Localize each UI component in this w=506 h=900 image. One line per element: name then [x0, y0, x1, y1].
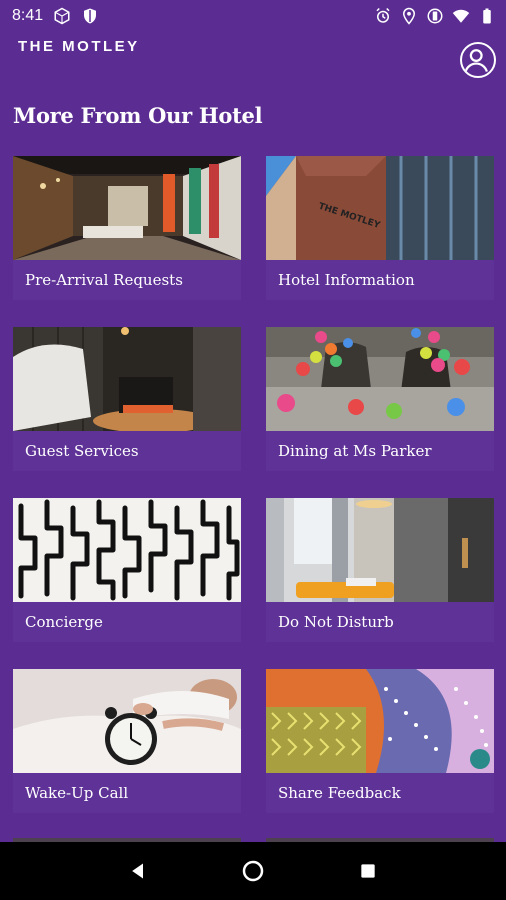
card-label: Pre-Arrival Requests: [25, 271, 183, 289]
card-label: Concierge: [25, 613, 103, 631]
shield-icon: [81, 7, 99, 25]
card-label: Wake-Up Call: [25, 784, 129, 802]
hotel-room-image: [266, 498, 494, 602]
status-left: 8:41: [12, 7, 99, 25]
page-title: More From Our Hotel: [13, 103, 263, 128]
balloon-collage-image: [266, 327, 494, 431]
alarm-clock-image: [13, 669, 241, 773]
card-label: Share Feedback: [278, 784, 401, 802]
services-grid: Pre-Arrival Requests THE MOTLEY Hotel In…: [13, 156, 494, 813]
system-nav-bar: [0, 842, 506, 900]
status-time: 8:41: [12, 7, 44, 24]
card-wake-up-call[interactable]: Wake-Up Call: [13, 669, 241, 813]
card-do-not-disturb[interactable]: Do Not Disturb: [266, 498, 494, 642]
card-dining-at-ms-parker[interactable]: Dining at Ms Parker: [266, 327, 494, 471]
back-icon[interactable]: [123, 856, 153, 886]
hotel-facade-image: THE MOTLEY: [266, 156, 494, 260]
card-label: Do Not Disturb: [278, 613, 394, 631]
status-right: [374, 7, 496, 25]
card-label: Dining at Ms Parker: [278, 442, 432, 460]
card-concierge[interactable]: Concierge: [13, 498, 241, 642]
hotel-lobby-image: [13, 156, 241, 260]
brand-logo: THE MOTLEY: [18, 38, 140, 55]
patterned-fabric-image: [266, 669, 494, 773]
card-label: Guest Services: [25, 442, 139, 460]
cube-icon: [53, 7, 71, 25]
app-header: THE MOTLEY: [0, 32, 506, 92]
wifi-icon: [452, 7, 470, 25]
bedroom-nightstand-image: [13, 327, 241, 431]
alarm-icon: [374, 7, 392, 25]
card-guest-services[interactable]: Guest Services: [13, 327, 241, 471]
account-circle-icon[interactable]: [460, 42, 496, 78]
card-label: Hotel Information: [278, 271, 415, 289]
vibrate-icon: [426, 7, 444, 25]
card-hotel-information[interactable]: THE MOTLEY Hotel Information: [266, 156, 494, 300]
recents-icon[interactable]: [353, 856, 383, 886]
maze-pattern-image: [13, 498, 241, 602]
card-pre-arrival-requests[interactable]: Pre-Arrival Requests: [13, 156, 241, 300]
status-bar: 8:41: [0, 0, 506, 32]
battery-icon: [478, 7, 496, 25]
location-icon: [400, 7, 418, 25]
card-share-feedback[interactable]: Share Feedback: [266, 669, 494, 813]
home-icon[interactable]: [238, 856, 268, 886]
